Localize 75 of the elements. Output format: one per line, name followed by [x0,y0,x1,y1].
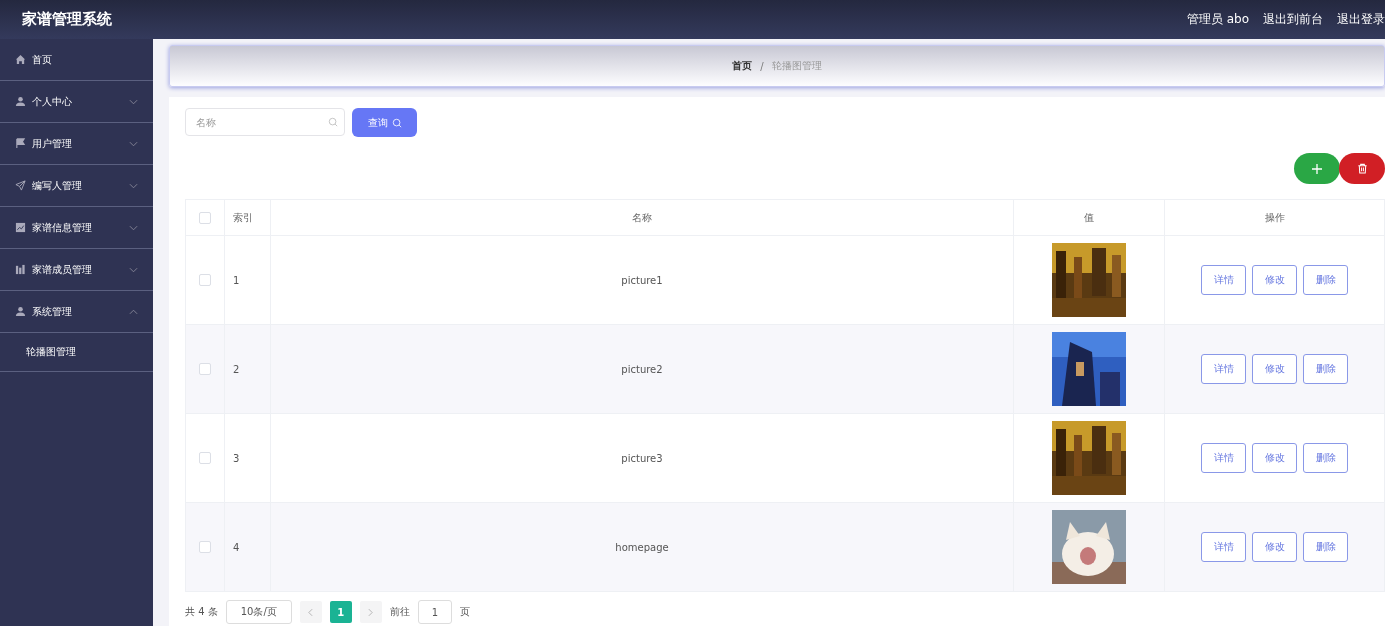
search-icon [391,117,402,128]
breadcrumb-item: 轮播图管理 [771,59,822,73]
header-link[interactable]: 管理员 abo [1186,11,1249,28]
send-icon [15,180,26,191]
checkbox[interactable] [199,211,211,224]
sidebar-item[interactable]: 首页 [0,39,153,81]
column-header: 名称 [632,211,652,223]
sidebar-item[interactable]: 编写人管理 [0,165,153,207]
row-action-button[interactable]: 详情 [1201,354,1246,384]
sidebar-item[interactable]: 系统管理 [0,291,153,333]
row-action-button[interactable]: 详情 [1201,443,1246,473]
table-cell: 3 [233,452,240,464]
total-count: 共 4 条 [185,605,218,619]
sidebar-subitem[interactable]: 轮播图管理 [0,333,153,372]
breadcrumb-item[interactable]: 首页 [732,59,753,73]
table-cell: 1 [233,274,240,286]
checkbox[interactable] [199,274,211,286]
goto-label: 前往 [389,605,410,619]
column-header: 操作 [1264,211,1285,223]
checkbox[interactable] [199,363,211,375]
person-icon [15,306,26,317]
sidebar-label: 系统管理 [32,304,73,319]
column-header: 索引 [233,211,253,223]
row-action-button[interactable]: 删除 [1303,532,1348,562]
header-link[interactable]: 退出到前台 [1263,11,1323,28]
checkbox[interactable] [199,541,211,553]
table-cell: homepage [615,541,669,553]
sidebar-item[interactable]: 家谱信息管理 [0,207,153,249]
app-title: 家谱管理系统 [22,10,112,29]
sidebar-item[interactable]: 家谱成员管理 [0,249,153,291]
column-header: 值 [1084,211,1094,223]
delete-button[interactable] [1339,153,1385,184]
sidebar-item[interactable]: 个人中心 [0,81,153,123]
page-size-select[interactable]: 10条/页 [225,600,292,624]
breadcrumb-separator: / [760,60,764,72]
flag-icon [15,138,26,149]
sidebar-label: 家谱成员管理 [32,262,93,277]
goto-suffix: 页 [459,605,470,619]
person-icon [15,96,26,107]
bar-chart-icon [15,264,26,275]
sidebar-label: 家谱信息管理 [32,220,93,235]
next-page-button[interactable] [359,601,382,623]
row-action-button[interactable]: 修改 [1252,532,1297,562]
row-action-button[interactable]: 详情 [1201,265,1246,295]
checkbox[interactable] [199,452,211,464]
sidebar-label: 个人中心 [32,94,73,109]
table-cell: picture2 [621,363,663,375]
home-icon [15,54,26,65]
chart-icon [15,222,26,233]
chevron-right-icon [368,607,374,617]
search-icon [328,117,338,127]
add-button[interactable] [1294,153,1340,184]
table-cell: 2 [233,363,240,375]
prev-page-button[interactable] [299,601,322,623]
sidebar-item[interactable]: 用户管理 [0,123,153,165]
goto-field[interactable]: 1 [417,600,452,624]
search-field[interactable]: 名称 [185,108,345,136]
row-action-button[interactable]: 删除 [1303,265,1348,295]
row-action-button[interactable]: 删除 [1303,354,1348,384]
sidebar-label: 首页 [32,52,53,67]
table-cell: picture3 [621,452,663,464]
sidebar-label: 编写人管理 [32,178,83,193]
row-action-button[interactable]: 修改 [1252,443,1297,473]
row-action-button[interactable]: 修改 [1252,354,1297,384]
row-action-button[interactable]: 删除 [1303,443,1348,473]
chevron-left-icon [308,607,314,617]
search-button[interactable]: 查询 [352,108,417,137]
row-action-button[interactable]: 修改 [1252,265,1297,295]
trash-icon [1356,163,1368,174]
sidebar-label: 用户管理 [32,136,73,151]
plus-icon [1311,162,1323,175]
row-action-button[interactable]: 详情 [1201,532,1246,562]
table-cell: picture1 [621,274,663,286]
table-cell: 4 [233,541,240,553]
header-link[interactable]: 退出登录 [1337,11,1385,28]
